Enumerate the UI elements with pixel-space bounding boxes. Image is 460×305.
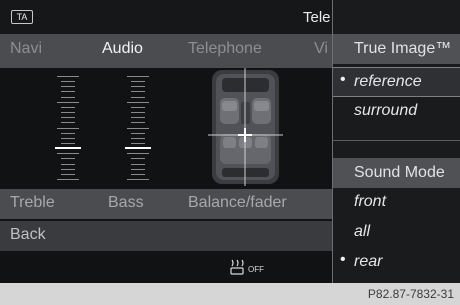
- sound-mode-header: Sound Mode: [333, 158, 460, 188]
- eq-tick: [131, 91, 145, 92]
- eq-tick: [61, 122, 75, 123]
- eq-tick: [131, 164, 145, 165]
- seat-heat-status: OFF: [248, 265, 264, 274]
- eq-tick: [127, 76, 149, 77]
- option-reference[interactable]: • reference: [333, 67, 460, 97]
- eq-tick: [61, 86, 75, 87]
- eq-tick: [61, 164, 75, 165]
- eq-tick: [127, 153, 149, 154]
- menu-item-telephone[interactable]: Telephone: [188, 40, 262, 58]
- eq-tick: [57, 179, 79, 180]
- eq-tick: [131, 158, 145, 159]
- eq-tick: [61, 107, 75, 108]
- eq-tick: [61, 91, 75, 92]
- eq-tick: [131, 138, 145, 139]
- option-front[interactable]: front: [333, 188, 460, 218]
- menu-item-video[interactable]: Vi: [314, 40, 328, 58]
- option-label: front: [354, 193, 387, 210]
- eq-tick: [61, 174, 75, 175]
- eq-tick: [57, 76, 79, 77]
- eq-tick: [61, 158, 75, 159]
- eq-tick: [57, 153, 79, 154]
- bass-scale[interactable]: [118, 76, 158, 180]
- eq-tick: [61, 97, 75, 98]
- eq-tick: [131, 169, 145, 170]
- eq-tick: [131, 143, 145, 144]
- eq-tick: [127, 128, 149, 129]
- eq-level-marker: [125, 147, 151, 149]
- panel-divider: [333, 140, 460, 141]
- eq-tick: [61, 117, 75, 118]
- sound-options-panel: True Image™ • reference surround Sound M…: [332, 0, 460, 283]
- eq-tick: [127, 179, 149, 180]
- eq-tick: [61, 133, 75, 134]
- option-rear[interactable]: • rear: [333, 248, 460, 278]
- option-all[interactable]: all: [333, 218, 460, 248]
- eq-level-marker: [55, 147, 81, 149]
- selected-bullet-icon: •: [340, 71, 346, 88]
- eq-tick: [131, 112, 145, 113]
- treble-button[interactable]: Treble: [10, 194, 55, 212]
- eq-tick: [131, 117, 145, 118]
- option-label: reference: [354, 73, 422, 90]
- back-button[interactable]: Back: [10, 226, 46, 244]
- eq-tick: [61, 143, 75, 144]
- eq-tick: [131, 133, 145, 134]
- head-unit-screen: TA Tele Navi Audio Telephone Vi Treble B…: [0, 0, 460, 283]
- seat-heating-indicator: OFF: [228, 254, 264, 276]
- traffic-announcement-badge: TA: [11, 10, 33, 24]
- option-label: all: [354, 223, 371, 240]
- option-surround[interactable]: surround: [333, 97, 460, 127]
- option-label: rear: [354, 253, 383, 270]
- eq-tick: [131, 174, 145, 175]
- treble-scale[interactable]: [48, 76, 88, 180]
- eq-tick: [57, 128, 79, 129]
- seat-heat-icon: [230, 259, 244, 275]
- eq-tick: [131, 122, 145, 123]
- sound-mode-header-label: Sound Mode: [354, 164, 445, 181]
- eq-tick: [61, 81, 75, 82]
- eq-tick: [57, 102, 79, 103]
- eq-tick: [61, 169, 75, 170]
- figure-reference: P82.87-7832-31: [367, 287, 454, 301]
- eq-tick: [61, 112, 75, 113]
- true-image-header: True Image™: [333, 34, 460, 64]
- eq-tick: [131, 97, 145, 98]
- menu-item-navi[interactable]: Navi: [10, 40, 42, 58]
- option-label: surround: [354, 102, 418, 119]
- balance-fader-car-graphic[interactable]: [208, 68, 283, 186]
- balance-fader-button[interactable]: Balance/fader: [188, 194, 287, 212]
- car-interior-icon: [208, 68, 283, 186]
- eq-tick: [61, 138, 75, 139]
- eq-tick: [131, 107, 145, 108]
- status-source-text: Tele: [303, 9, 331, 26]
- eq-tick: [131, 86, 145, 87]
- back-bar: Back: [0, 221, 332, 251]
- selected-bullet-icon: •: [340, 251, 346, 268]
- menu-item-audio[interactable]: Audio: [102, 40, 143, 58]
- eq-tick: [127, 102, 149, 103]
- true-image-header-label: True Image™: [354, 40, 452, 57]
- bass-button[interactable]: Bass: [108, 194, 144, 212]
- eq-tick: [131, 81, 145, 82]
